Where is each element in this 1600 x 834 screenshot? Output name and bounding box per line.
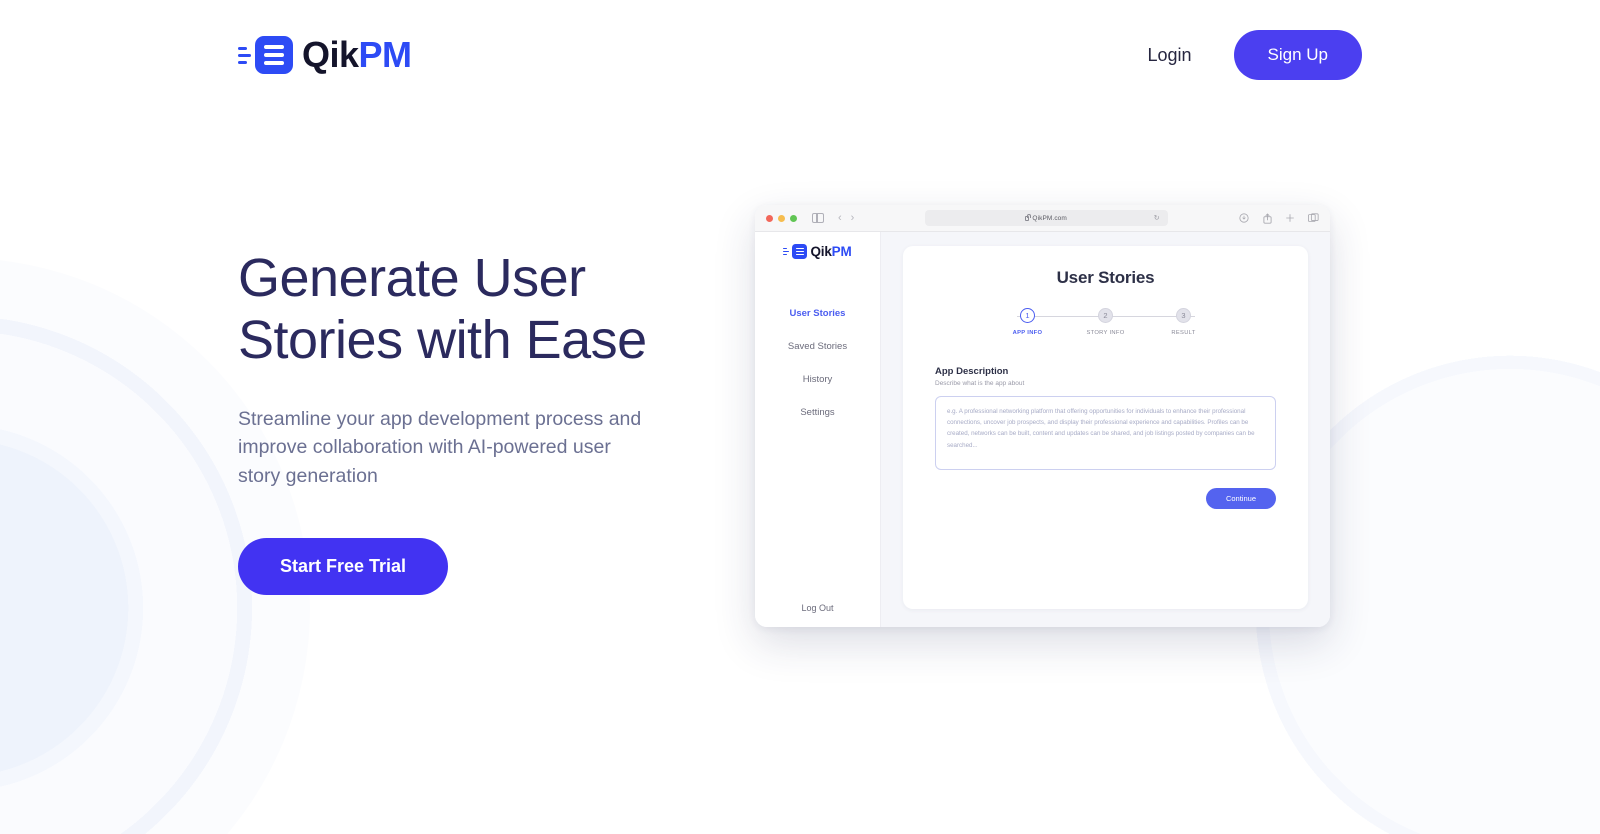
sidebar-toggle-icon[interactable]	[812, 212, 824, 224]
app-brand-name-qik: Qik	[810, 244, 832, 259]
signup-button[interactable]: Sign Up	[1233, 30, 1362, 80]
browser-toolbar-actions	[1238, 212, 1319, 224]
brand-wordmark: QikPM	[302, 37, 412, 73]
hero-title-line-2: Stories with Ease	[238, 309, 647, 370]
app-logo-document-icon	[792, 244, 808, 259]
step-result[interactable]: 3 RESULT	[1162, 308, 1206, 336]
site-header: QikPM Login Sign Up	[0, 0, 1600, 110]
sidebar-item-history[interactable]: History	[755, 363, 880, 396]
hero-section: Generate User Stories with Ease Streamli…	[238, 248, 708, 595]
address-bar[interactable]: QikPM.com ↻	[924, 210, 1168, 226]
address-bar-wrapper: QikPM.com ↻	[867, 210, 1225, 226]
app-brand-name-pm: PM	[831, 244, 852, 259]
card-title: User Stories	[1056, 268, 1155, 287]
app-window: QikPM User Stories Saved Stories History…	[755, 232, 1330, 627]
continue-button[interactable]: Continue	[1205, 487, 1276, 509]
new-tab-icon[interactable]	[1284, 213, 1296, 224]
browser-mockup: ‹ › QikPM.com ↻ QikPM User Stories Saved…	[755, 205, 1330, 627]
brand-name-qik: Qik	[302, 34, 359, 75]
url-text: QikPM.com	[1032, 214, 1067, 222]
forward-arrow-icon[interactable]: ›	[851, 212, 855, 224]
step-app-info[interactable]: 1 APP INFO	[1006, 308, 1050, 336]
window-controls[interactable]	[766, 214, 797, 222]
brand-logo[interactable]: QikPM	[238, 36, 412, 74]
minimize-window-icon[interactable]	[778, 214, 785, 222]
start-free-trial-button[interactable]: Start Free Trial	[238, 537, 449, 595]
card-actions: Continue	[935, 487, 1276, 509]
hero-subtitle: Streamline your app development process …	[238, 408, 642, 487]
back-arrow-icon[interactable]: ‹	[838, 212, 842, 224]
step-2-number: 2	[1098, 308, 1113, 323]
app-sidebar: QikPM User Stories Saved Stories History…	[755, 232, 881, 627]
app-description-textarea[interactable]: e.g. A professional networking platform …	[935, 395, 1276, 470]
logo-mark	[238, 36, 293, 74]
brand-name-pm: PM	[358, 34, 413, 75]
sidebar-item-user-stories[interactable]: User Stories	[755, 297, 880, 330]
app-brand-wordmark: QikPM	[810, 244, 851, 259]
page-title: Generate User Stories with Ease	[238, 248, 708, 371]
header-nav: Login Sign Up	[1147, 30, 1362, 80]
step-1-number: 1	[1020, 308, 1035, 323]
step-2-label: STORY INFO	[1086, 330, 1125, 336]
app-description-field-block: App Description Describe what is the app…	[935, 366, 1276, 470]
tab-overview-icon[interactable]	[1307, 213, 1319, 224]
maximize-window-icon[interactable]	[790, 214, 797, 222]
logout-button[interactable]: Log Out	[755, 603, 880, 613]
close-window-icon[interactable]	[766, 214, 773, 222]
user-stories-card: User Stories 1 APP INFO 2 STORY INFO 3 R…	[903, 246, 1308, 609]
logo-speed-lines-icon	[238, 46, 251, 64]
app-brand-logo[interactable]: QikPM	[783, 244, 852, 259]
step-3-number: 3	[1176, 308, 1191, 323]
logo-document-icon	[255, 36, 293, 74]
app-sidebar-nav: User Stories Saved Stories History Setti…	[755, 297, 880, 429]
app-main-content: User Stories 1 APP INFO 2 STORY INFO 3 R…	[881, 232, 1330, 627]
browser-navigation: ‹ ›	[838, 212, 854, 224]
app-description-hint: Describe what is the app about	[935, 379, 1025, 387]
step-3-label: RESULT	[1171, 330, 1196, 336]
login-button[interactable]: Login	[1147, 45, 1191, 66]
sidebar-item-saved-stories[interactable]: Saved Stories	[755, 330, 880, 363]
downloads-icon[interactable]	[1238, 213, 1250, 224]
hero-title-line-1: Generate User	[238, 248, 586, 308]
landing-page: QikPM Login Sign Up Generate User Storie…	[0, 0, 1600, 834]
sidebar-item-settings[interactable]: Settings	[755, 396, 880, 429]
share-icon[interactable]	[1261, 212, 1273, 224]
reload-icon[interactable]: ↻	[1154, 214, 1160, 222]
step-story-info[interactable]: 2 STORY INFO	[1084, 308, 1128, 336]
lock-icon	[1025, 214, 1032, 221]
app-description-label: App Description	[935, 366, 1009, 377]
progress-stepper: 1 APP INFO 2 STORY INFO 3 RESULT	[1006, 308, 1206, 336]
browser-toolbar: ‹ › QikPM.com ↻	[755, 205, 1330, 232]
app-logo-speed-lines-icon	[783, 247, 790, 256]
step-1-label: APP INFO	[1012, 330, 1043, 336]
